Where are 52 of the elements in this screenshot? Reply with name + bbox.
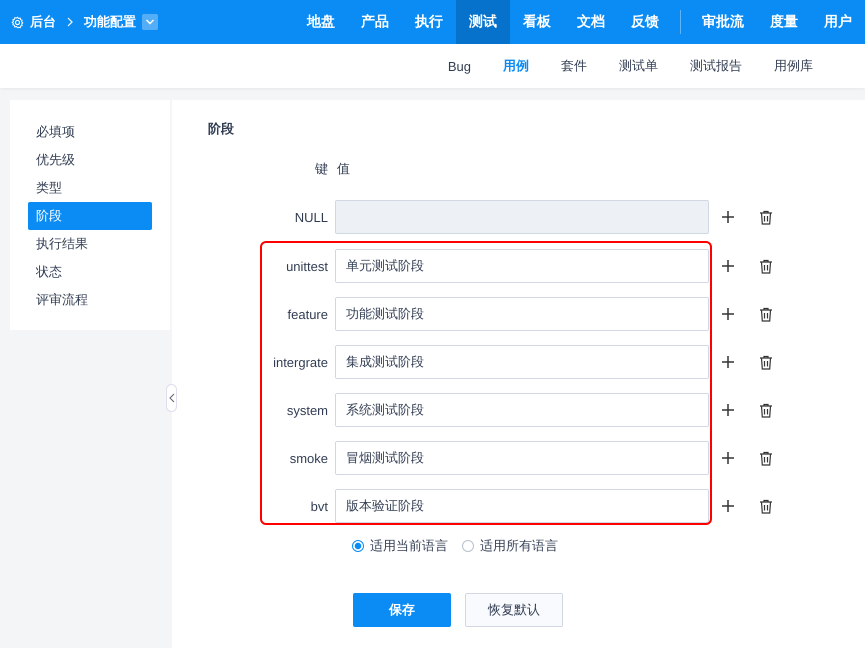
radio-label: 适用当前语言: [370, 537, 448, 555]
subnav-tab[interactable]: Bug: [432, 58, 487, 74]
value-input[interactable]: 版本验证阶段: [335, 489, 709, 523]
sidebar-item[interactable]: 执行结果: [28, 230, 152, 258]
radio-button[interactable]: [352, 540, 364, 552]
trash-icon[interactable]: [759, 306, 773, 322]
subnav-tab[interactable]: 用例库: [758, 57, 829, 75]
trash-icon[interactable]: [759, 450, 773, 466]
subnav-tab[interactable]: 套件: [545, 57, 603, 75]
plus-icon[interactable]: [722, 356, 734, 368]
plus-icon[interactable]: [722, 404, 734, 416]
value-input[interactable]: 集成测试阶段: [335, 345, 709, 379]
key-label: NULL: [294, 210, 328, 224]
value-input[interactable]: 单元测试阶段: [335, 249, 709, 283]
sidebar-item[interactable]: 优先级: [28, 146, 152, 174]
chevron-right-icon: [66, 17, 74, 27]
value-input[interactable]: 冒烟测试阶段: [335, 441, 709, 475]
value-input[interactable]: 功能测试阶段: [335, 297, 709, 331]
gear-icon: [11, 16, 24, 28]
sidebar-item[interactable]: 状态: [28, 258, 152, 286]
trash-icon[interactable]: [759, 258, 773, 274]
trash-icon[interactable]: [759, 498, 773, 514]
plus-icon[interactable]: [722, 500, 734, 512]
collapse-handle[interactable]: [166, 384, 177, 412]
nav-tab[interactable]: 测试: [456, 0, 510, 44]
sidebar-item[interactable]: 必填项: [28, 118, 152, 146]
chevron-left-icon: [168, 393, 174, 403]
trash-icon[interactable]: [759, 210, 773, 224]
plus-icon[interactable]: [722, 260, 734, 272]
key-label: bvt: [310, 498, 328, 514]
key-label: feature: [286, 306, 328, 322]
subnav-tab[interactable]: 测试报告: [674, 57, 758, 75]
plus-icon[interactable]: [722, 452, 734, 464]
reset-button[interactable]: 恢复默认: [465, 593, 563, 627]
chevron-down-icon: [145, 18, 155, 26]
trash-icon[interactable]: [759, 354, 773, 370]
radio-button[interactable]: [462, 540, 474, 552]
key-label: smoke: [288, 450, 328, 466]
plus-icon[interactable]: [722, 211, 734, 223]
radio-label: 适用所有语言: [480, 537, 558, 555]
key-label: system: [286, 402, 328, 418]
key-header: 键: [314, 160, 328, 178]
key-label: intergrate: [272, 354, 328, 370]
section-title: 阶段: [208, 120, 235, 138]
value-header: 值: [337, 160, 350, 178]
trash-icon[interactable]: [759, 402, 773, 418]
value-input[interactable]: 系统测试阶段: [335, 393, 709, 427]
key-label: unittest: [285, 258, 328, 274]
sidebar-item[interactable]: 评审流程: [28, 286, 152, 314]
subnav-tab[interactable]: 测试单: [603, 57, 674, 75]
plus-icon[interactable]: [722, 308, 734, 320]
sidebar-item[interactable]: 类型: [28, 174, 152, 202]
